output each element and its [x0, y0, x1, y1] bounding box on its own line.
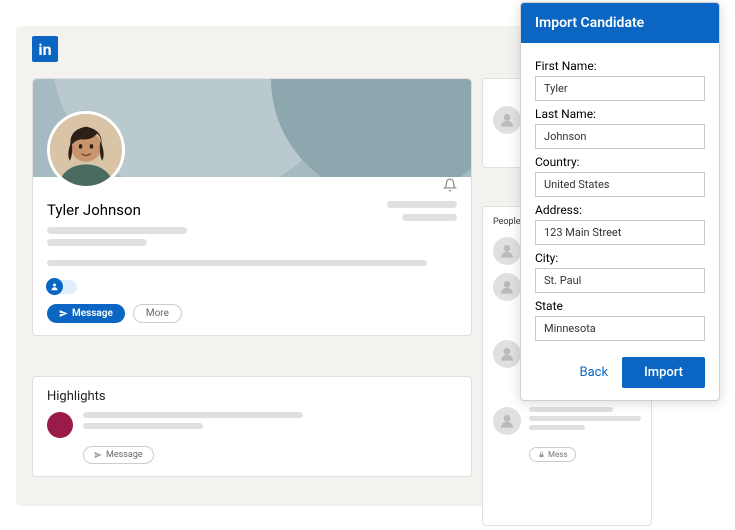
placeholder-line — [529, 407, 613, 412]
highlight-message-label: Message — [106, 450, 143, 460]
more-button[interactable]: More — [133, 304, 182, 323]
last-name-input[interactable] — [535, 124, 705, 149]
import-candidate-dialog: Import Candidate First Name: Last Name: … — [520, 2, 720, 401]
placeholder-line — [402, 214, 457, 221]
address-label: Address: — [535, 203, 705, 217]
dialog-title: Import Candidate — [521, 3, 719, 43]
send-icon — [59, 309, 68, 318]
profile-avatar[interactable] — [47, 111, 125, 189]
highlight-avatar — [47, 412, 73, 438]
send-icon — [94, 451, 102, 459]
avatar-placeholder — [493, 106, 521, 134]
linkedin-logo[interactable]: in — [32, 36, 58, 62]
highlights-title: Highlights — [47, 389, 457, 404]
import-button[interactable]: Import — [622, 357, 705, 388]
highlight-message-button[interactable]: Message — [83, 446, 154, 464]
first-name-input[interactable] — [535, 76, 705, 101]
avatar-placeholder — [493, 340, 521, 368]
message-button-small[interactable]: Mess — [529, 447, 576, 462]
back-button[interactable]: Back — [579, 365, 608, 380]
message-label-small: Mess — [548, 450, 567, 459]
placeholder-line — [83, 423, 203, 429]
state-input[interactable] — [535, 316, 705, 341]
avatar-placeholder — [493, 273, 521, 301]
message-button[interactable]: Message — [47, 304, 125, 323]
placeholder-line — [529, 425, 585, 430]
placeholder-line — [83, 412, 303, 418]
placeholder-line — [387, 201, 457, 208]
profile-card: Tyler Johnson Message More — [32, 78, 472, 336]
avatar-placeholder — [493, 237, 521, 265]
first-name-label: First Name: — [535, 59, 705, 73]
address-input[interactable] — [535, 220, 705, 245]
placeholder-line — [47, 239, 147, 246]
lock-icon — [538, 451, 545, 458]
highlights-card: Highlights Message — [32, 376, 472, 477]
state-label: State — [535, 299, 705, 313]
avatar-placeholder — [493, 407, 521, 435]
person-icon — [46, 278, 63, 295]
city-label: City: — [535, 251, 705, 265]
visibility-toggle[interactable] — [47, 280, 77, 294]
last-name-label: Last Name: — [535, 107, 705, 121]
bell-icon[interactable] — [443, 177, 457, 196]
country-input[interactable] — [535, 172, 705, 197]
message-button-label: Message — [72, 308, 113, 319]
city-input[interactable] — [535, 268, 705, 293]
placeholder-line — [47, 260, 427, 266]
placeholder-line — [47, 227, 187, 234]
placeholder-line — [529, 416, 641, 421]
country-label: Country: — [535, 155, 705, 169]
